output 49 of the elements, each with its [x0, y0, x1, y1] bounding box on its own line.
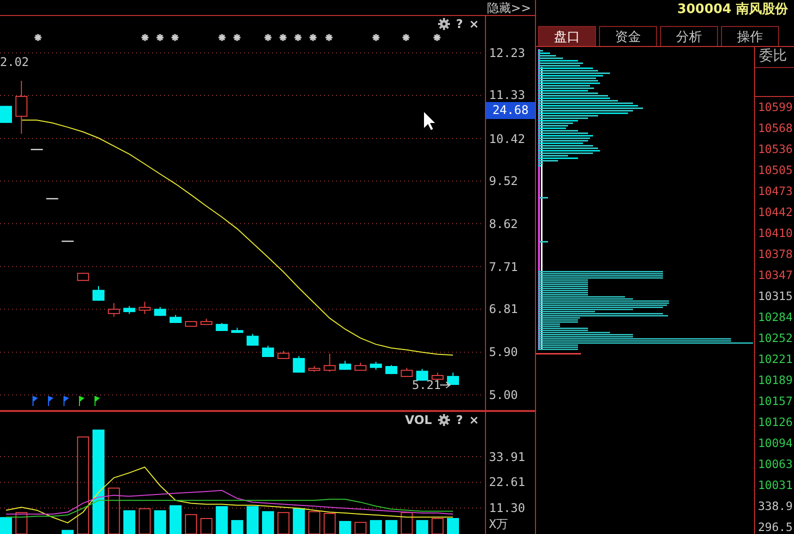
volume-unit-label: X万 — [489, 517, 508, 531]
panel-tab[interactable]: 资金 — [599, 26, 657, 46]
price-level: 10157 — [758, 393, 794, 410]
price-level: 10536 — [758, 141, 794, 158]
panel-tab[interactable]: 分析 — [660, 26, 718, 46]
volume-axis-label: 22.61 — [489, 475, 526, 490]
help-icon[interactable]: ? — [456, 414, 463, 426]
price-axis-label: 5.00 — [489, 388, 518, 402]
price-level: 10347 — [758, 267, 794, 284]
price-level: 10094 — [758, 435, 794, 452]
current-price-tag: 24.68 — [486, 102, 535, 119]
volume-axis-label: 33.91 — [489, 450, 526, 464]
price-level: 10378 — [758, 246, 794, 263]
price-axis-label: 8.62 — [489, 216, 518, 231]
price-axis-label: 5.90 — [489, 345, 518, 360]
last-price-label: 5.21 — [412, 379, 441, 392]
close-icon[interactable]: × — [468, 18, 479, 30]
order-ratio-label: 委比 — [755, 47, 794, 68]
volume-total: 296.5 — [758, 519, 794, 534]
price-level: 10189 — [758, 372, 794, 389]
price-level: 10031 — [758, 477, 794, 494]
volume-axis-label: 11.30 — [489, 501, 526, 516]
close-icon[interactable]: × — [468, 414, 479, 426]
price-level: 10315 — [758, 288, 794, 305]
price-level: 10284 — [758, 309, 794, 326]
price-level: 10568 — [758, 120, 794, 137]
help-icon[interactable]: ? — [456, 18, 463, 30]
price-level: 10599 — [758, 99, 794, 116]
price-axis-label: 7.71 — [489, 260, 518, 274]
price-axis-label: 6.81 — [489, 302, 518, 316]
price-level: 10221 — [758, 351, 794, 368]
price-level: 10252 — [758, 330, 794, 347]
high-price-label: 2.02 — [0, 56, 29, 69]
indicator-name: VOL — [405, 414, 432, 426]
price-level: 10410 — [758, 225, 794, 242]
stock-title: 300004 南风股份 — [677, 2, 788, 17]
price-level: 10063 — [758, 456, 794, 473]
price-level: 10505 — [758, 162, 794, 179]
price-level: 10126 — [758, 414, 794, 431]
hide-button[interactable]: 隐藏>> — [482, 0, 535, 15]
volume-total: 338.9 — [758, 498, 794, 515]
price-level: 10473 — [758, 183, 794, 200]
price-axis-label: 12.23 — [489, 46, 526, 60]
panel-tab[interactable]: 操作 — [721, 26, 779, 46]
price-axis-label: 10.42 — [489, 132, 526, 146]
price-level: 10442 — [758, 204, 794, 221]
price-axis-label: 9.52 — [489, 174, 518, 188]
panel-tab[interactable]: 盘口 — [538, 26, 596, 46]
price-axis-label: 11.33 — [489, 88, 526, 102]
